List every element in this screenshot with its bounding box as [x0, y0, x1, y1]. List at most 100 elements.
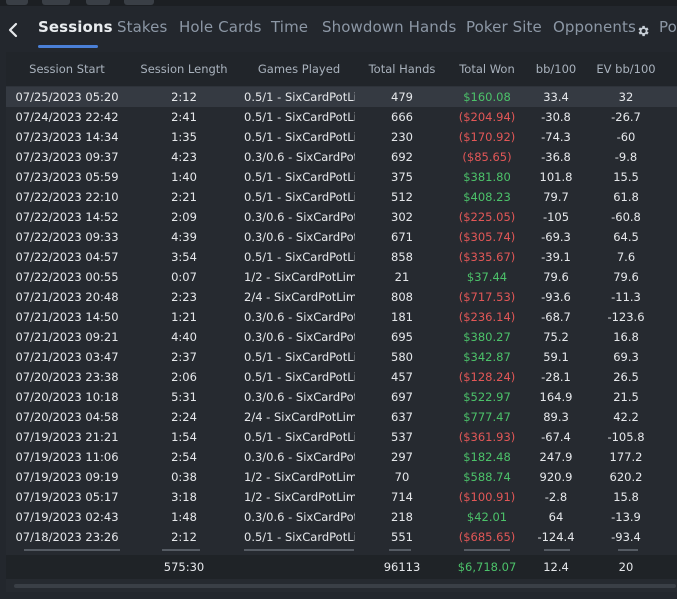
games-played-cell: 0.5/1 - SixCardPotLimit [244, 130, 355, 144]
ev-bb100-cell: -105.8 [607, 430, 645, 444]
tab-hole-cards[interactable]: Hole Cards [179, 18, 262, 36]
table-row[interactable]: 07/22/2023 04:57 3:54 0.5/1 - SixCardPotLi… [6, 247, 677, 267]
table-row[interactable]: 07/21/2023 09:21 4:40 0.3/0.6 - SixCardPot… [6, 327, 677, 347]
table-row[interactable]: 07/23/2023 09:37 4:23 0.3/0.6 - SixCardPot… [6, 147, 677, 167]
table-row[interactable]: 07/22/2023 00:55 0:07 1/2 - SixCardPotLimi… [6, 267, 677, 287]
bb100-cell: 64 [548, 510, 564, 524]
bb100-cell: -36.8 [541, 150, 571, 164]
report-tabs: Sessions Stakes Hole Cards Time Showdown… [0, 6, 677, 52]
ev-bb100-cell: -9.8 [614, 150, 638, 164]
total-bb100: 12.4 [543, 560, 569, 574]
session-length-cell: 2:12 [171, 90, 197, 104]
opponents-settings-button[interactable] [636, 23, 650, 37]
bb100-cell: 75.2 [543, 330, 569, 344]
ev-bb100-cell: -60.8 [611, 210, 641, 224]
session-length-cell: 2:06 [171, 370, 197, 384]
session-length-cell: 2:24 [171, 410, 197, 424]
total-hands-cell: 714 [391, 490, 413, 504]
back-button[interactable] [6, 21, 22, 39]
tab-poker-site[interactable]: Poker Site [466, 18, 542, 36]
table-row[interactable]: 07/25/2023 05:20 2:12 0.5/1 - SixCardPotLi… [6, 87, 677, 107]
active-tab-indicator [38, 45, 98, 48]
toolbar-button[interactable] [6, 0, 28, 5]
table-row[interactable]: 07/19/2023 21:21 1:54 0.5/1 - SixCardPotLi… [6, 427, 677, 447]
table-row[interactable]: 07/19/2023 11:06 2:54 0.3/0.6 - SixCardPot… [6, 447, 677, 467]
bb100-cell: -74.3 [541, 130, 571, 144]
table-row[interactable]: 07/20/2023 23:38 2:06 0.5/1 - SixCardPotLi… [6, 367, 677, 387]
total-hands-cell: 695 [391, 330, 413, 344]
table-row[interactable]: 07/21/2023 03:47 2:37 0.5/1 - SixCardPotLi… [6, 347, 677, 367]
table-row[interactable]: 07/19/2023 05:17 3:18 1/2 - SixCardPotLimi… [6, 487, 677, 507]
table-row[interactable]: 07/18/2023 23:26 2:12 0.5/1 - SixCardPotLi… [6, 527, 677, 547]
total-hands-cell: 512 [391, 190, 413, 204]
total-hands-cell: 218 [391, 510, 413, 524]
tab-sessions[interactable]: Sessions [38, 18, 113, 36]
total-won-cell: $37.44 [466, 270, 508, 284]
tab-opponents[interactable]: Opponents [553, 18, 636, 36]
gear-icon [638, 25, 649, 37]
games-played-cell: 0.3/0.6 - SixCardPotLimit [244, 310, 355, 324]
bb100-cell: 247.9 [539, 450, 573, 464]
games-played-cell: 0.3/0.6 - SixCardPotLimit [244, 450, 355, 464]
total-session-length: 575:30 [163, 560, 205, 574]
session-start-cell: 07/19/2023 02:43 [15, 510, 119, 524]
header-bb100[interactable]: bb/100 [528, 62, 584, 76]
table-row[interactable]: 07/24/2023 22:42 2:41 0.5/1 - SixCardPotLi… [6, 107, 677, 127]
header-games-played[interactable]: Games Played [242, 62, 356, 76]
total-hands-cell: 808 [391, 290, 413, 304]
table-row[interactable]: 07/20/2023 04:58 2:24 2/4 - SixCardPotLimi… [6, 407, 677, 427]
session-length-cell: 2:37 [171, 350, 197, 364]
session-length-cell: 2:23 [171, 290, 197, 304]
tab-overflow[interactable]: Po [659, 18, 677, 36]
horizontal-scrollbar[interactable] [14, 584, 676, 588]
session-start-cell: 07/19/2023 11:06 [15, 450, 119, 464]
header-session-length[interactable]: Session Length [128, 62, 240, 76]
session-start-cell: 07/19/2023 21:21 [15, 430, 119, 444]
header-total-won[interactable]: Total Won [447, 62, 527, 76]
session-length-cell: 1:21 [171, 310, 197, 324]
table-row[interactable]: 07/19/2023 09:19 0:38 1/2 - SixCardPotLimi… [6, 467, 677, 487]
table-row[interactable]: 07/23/2023 14:34 1:35 0.5/1 - SixCardPotLi… [6, 127, 677, 147]
session-length-cell: 0:38 [171, 470, 197, 484]
ev-bb100-cell: 620.2 [609, 470, 643, 484]
table-row[interactable]: 07/21/2023 14:50 1:21 0.3/0.6 - SixCardPot… [6, 307, 677, 327]
bb100-cell: -30.8 [541, 110, 571, 124]
games-played-cell: 0.5/1 - SixCardPotLimit [244, 530, 355, 544]
session-start-cell: 07/23/2023 09:37 [15, 150, 119, 164]
header-ev-bb100[interactable]: EV bb/100 [591, 62, 661, 76]
total-won-cell: ($204.94) [458, 110, 516, 124]
header-total-hands[interactable]: Total Hands [361, 62, 443, 76]
total-hands-cell: 666 [391, 110, 413, 124]
tab-showdown-hands[interactable]: Showdown Hands [322, 18, 456, 36]
ev-bb100-cell: -123.6 [607, 310, 645, 324]
toolbar-button[interactable] [42, 0, 70, 5]
table-row[interactable]: 07/23/2023 05:59 1:40 0.5/1 - SixCardPotLi… [6, 167, 677, 187]
table-row[interactable]: 07/22/2023 14:52 2:09 0.3/0.6 - SixCardPot… [6, 207, 677, 227]
table-row[interactable]: 07/20/2023 10:18 5:31 0.3/0.6 - SixCardPot… [6, 387, 677, 407]
table-row[interactable]: 07/22/2023 09:33 4:39 0.3/0.6 - SixCardPot… [6, 227, 677, 247]
ev-bb100-cell: 79.6 [613, 270, 639, 284]
games-played-cell: 0.5/1 - SixCardPotLimit [244, 350, 355, 364]
bb100-cell: -67.4 [541, 430, 571, 444]
table-row[interactable]: 07/19/2023 02:43 1:48 0.3/0.6 - SixCardPot… [6, 507, 677, 527]
toolbar-button[interactable] [124, 0, 154, 5]
total-hands-cell: 479 [391, 90, 413, 104]
table-row[interactable]: 07/22/2023 22:10 2:21 0.5/1 - SixCardPotLi… [6, 187, 677, 207]
session-length-cell: 2:41 [171, 110, 197, 124]
ev-bb100-cell: 177.2 [609, 450, 643, 464]
session-length-cell: 3:54 [171, 250, 197, 264]
total-won-cell: ($236.14) [458, 310, 516, 324]
tab-time[interactable]: Time [271, 18, 308, 36]
chevron-left-icon [8, 22, 18, 38]
tab-stakes[interactable]: Stakes [117, 18, 167, 36]
toolbar-button[interactable] [86, 0, 110, 5]
bb100-cell: -93.6 [541, 290, 571, 304]
header-session-start[interactable]: Session Start [6, 62, 128, 76]
total-hands-cell: 297 [391, 450, 413, 464]
total-hands-cell: 692 [391, 150, 413, 164]
bb100-cell: -28.1 [541, 370, 571, 384]
table-row[interactable]: 07/21/2023 20:48 2:23 2/4 - SixCardPotLimi… [6, 287, 677, 307]
games-played-cell: 0.5/1 - SixCardPotLimit [244, 370, 355, 384]
total-hands-cell: 580 [391, 350, 413, 364]
games-played-cell: 2/4 - SixCardPotLimit [244, 290, 355, 304]
